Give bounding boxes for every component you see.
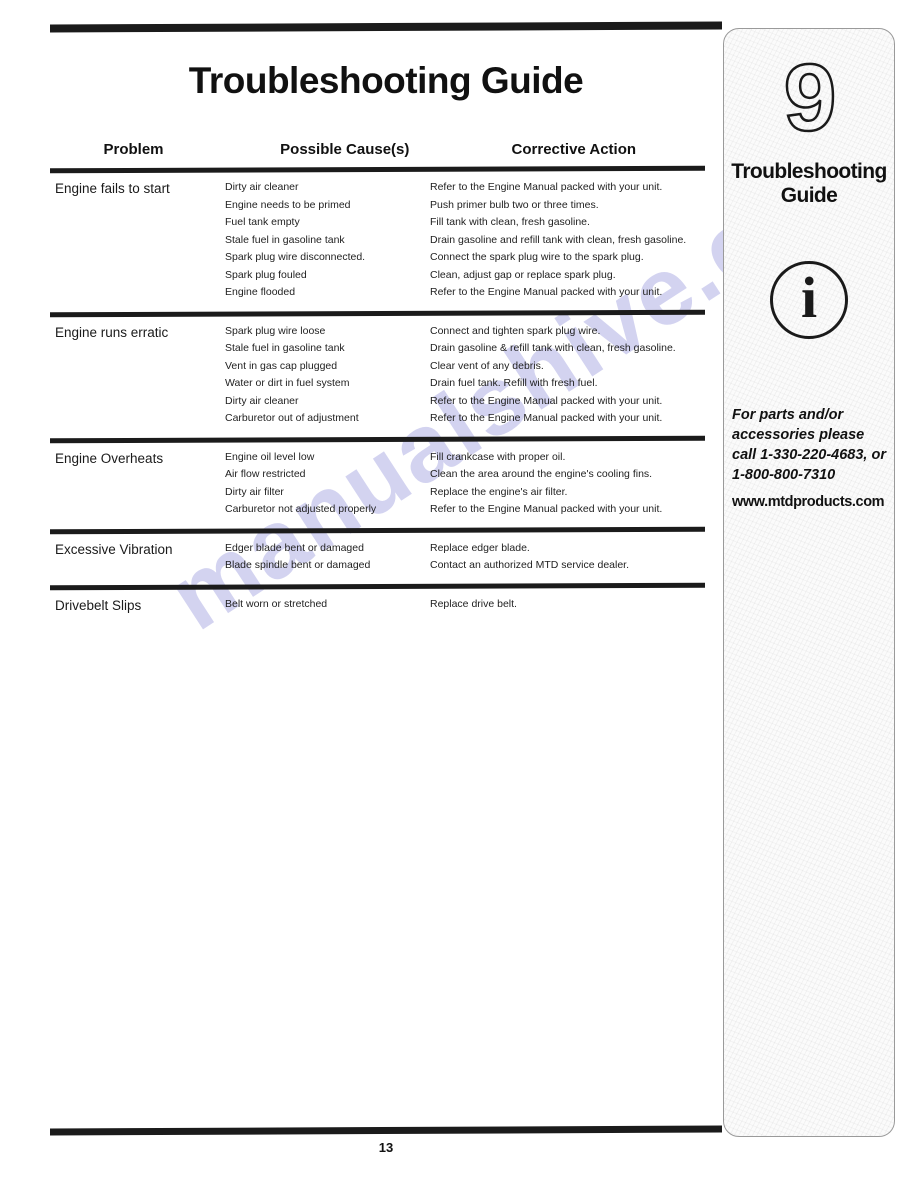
table-body: Engine fails to start Dirty air cleaner Re… — [50, 165, 705, 623]
cell-possible-cause: Fuel tank empty — [225, 216, 300, 228]
column-header-cause: Possible Cause(s) — [280, 141, 410, 158]
table-section: Drivebelt Slips Belt worn or stretched Rep… — [50, 589, 705, 623]
section-rows: Belt worn or stretched Replace drive belt… — [225, 596, 705, 614]
chapter-sidebar-tab: 9 Troubleshooting Guide i For parts and/… — [723, 28, 895, 1137]
cell-possible-cause: Stale fuel in gasoline tank — [225, 342, 345, 354]
table-section: Excessive Vibration Edger blade bent or d… — [50, 533, 705, 584]
information-icon-circle: i — [770, 261, 848, 340]
cell-corrective-action: Clear vent of any debris. — [430, 359, 544, 372]
table-section: Engine fails to start Dirty air cleaner Re… — [50, 172, 705, 311]
section-rows: Dirty air cleaner Refer to the Engine Man… — [225, 179, 705, 302]
table-row: Engine needs to be primed Push primer bul… — [225, 197, 705, 215]
table-row: Dirty air filter Replace the engine's air… — [225, 484, 705, 502]
cell-possible-cause: Vent in gas cap plugged — [225, 359, 338, 372]
problem-label: Engine runs erratic — [55, 324, 169, 340]
cell-possible-cause: Air flow restricted — [225, 468, 306, 480]
table-row: Stale fuel in gasoline tank Drain gasolin… — [225, 340, 705, 358]
table-row: Stale fuel in gasoline tank Drain gasolin… — [225, 232, 705, 250]
information-icon: i — [724, 261, 894, 340]
table-row: Vent in gas cap plugged Clear vent of any… — [225, 358, 705, 376]
page-number: 13 — [378, 1140, 394, 1155]
cell-possible-cause: Water or dirt in fuel system — [225, 377, 350, 389]
top-rule — [50, 21, 722, 33]
table-row: Air flow restricted Clean the area around… — [225, 466, 705, 484]
problem-label: Drivebelt Slips — [55, 597, 142, 613]
cell-corrective-action: Replace drive belt. — [430, 597, 517, 610]
table-row: Spark plug wire loose Connect and tighten… — [225, 323, 705, 341]
table-header-row: Problem Possible Cause(s) Corrective Act… — [50, 141, 705, 167]
column-header-problem: Problem — [103, 141, 164, 158]
website-url: www.mtdproducts.com — [732, 494, 885, 511]
cell-corrective-action: Drain fuel tank. Refill with fresh fuel. — [430, 377, 598, 389]
parts-contact-text: For parts and/or accessories please call… — [732, 407, 886, 484]
table-row: Blade spindle bent or damaged Contact an … — [225, 557, 705, 575]
cell-corrective-action: Refer to the Engine Manual packed with y… — [430, 286, 663, 298]
cell-possible-cause: Stale fuel in gasoline tank — [225, 233, 345, 246]
cell-possible-cause: Spark plug wire disconnected. — [225, 251, 366, 263]
table-row: Fuel tank empty Fill tank with clean, fre… — [225, 214, 705, 232]
cell-possible-cause: Dirty air cleaner — [225, 394, 299, 407]
cell-corrective-action: Refer to the Engine Manual packed with y… — [430, 503, 663, 515]
cell-corrective-action: Refer to the Engine Manual packed with y… — [430, 412, 663, 424]
cell-possible-cause: Engine oil level low — [225, 450, 315, 463]
cell-possible-cause: Engine flooded — [225, 286, 296, 298]
information-icon-glyph: i — [800, 265, 818, 331]
cell-corrective-action: Refer to the Engine Manual packed with y… — [430, 394, 663, 407]
table-row: Water or dirt in fuel system Drain fuel t… — [225, 375, 705, 393]
chapter-title: Troubleshooting Guide — [731, 160, 887, 207]
cell-corrective-action: Contact an authorized MTD service dealer… — [430, 559, 630, 571]
cell-corrective-action: Push primer bulb two or three times. — [430, 198, 599, 211]
cell-corrective-action: Fill crankcase with proper oil. — [430, 450, 566, 463]
problem-label: Engine Overheats — [55, 450, 164, 466]
cell-corrective-action: Replace edger blade. — [430, 541, 530, 554]
document-page: manualshive.com Troubleshooting Guide Pr… — [0, 0, 918, 1188]
table-section: Engine Overheats Engine oil level low Fill… — [50, 442, 705, 528]
section-rows: Engine oil level low Fill crankcase with … — [225, 449, 705, 519]
table-row: Carburetor out of adjustment Refer to the… — [225, 410, 705, 428]
table-row: Dirty air cleaner Refer to the Engine Man… — [225, 393, 705, 411]
cell-corrective-action: Replace the engine's air filter. — [430, 485, 568, 498]
page-title: Troubleshooting Guide — [188, 60, 584, 101]
cell-possible-cause: Spark plug wire loose — [225, 324, 326, 337]
main-content: Troubleshooting Guide Problem Possible C… — [50, 0, 722, 622]
cell-corrective-action: Connect the spark plug wire to the spark… — [430, 251, 644, 263]
section-rows: Edger blade bent or damaged Replace edger… — [225, 540, 705, 575]
table-row: Carburetor not adjusted properly Refer to… — [225, 501, 705, 519]
cell-possible-cause: Dirty air filter — [225, 485, 284, 498]
table-row: Engine flooded Refer to the Engine Manual… — [225, 284, 705, 302]
cell-corrective-action: Drain gasoline and refill tank with clea… — [430, 233, 687, 246]
cell-possible-cause: Engine needs to be primed — [225, 198, 351, 211]
table-row: Belt worn or stretched Replace drive belt… — [225, 596, 705, 614]
cell-possible-cause: Edger blade bent or damaged — [225, 541, 364, 554]
cell-possible-cause: Blade spindle bent or damaged — [225, 559, 371, 571]
table-row: Dirty air cleaner Refer to the Engine Man… — [225, 179, 705, 197]
cell-corrective-action: Drain gasoline & refill tank with clean,… — [430, 342, 676, 354]
cell-possible-cause: Carburetor out of adjustment — [225, 412, 359, 424]
table-row: Spark plug wire disconnected. Connect the… — [225, 249, 705, 267]
cell-corrective-action: Clean, adjust gap or replace spark plug. — [430, 268, 616, 281]
problem-label: Excessive Vibration — [55, 541, 173, 557]
cell-possible-cause: Belt worn or stretched — [225, 597, 328, 610]
cell-corrective-action: Fill tank with clean, fresh gasoline. — [430, 216, 590, 228]
bottom-rule — [50, 1125, 722, 1136]
cell-corrective-action: Clean the area around the engine's cooli… — [430, 468, 653, 480]
table-section: Engine runs erratic Spark plug wire loose… — [50, 316, 705, 437]
table-row: Spark plug fouled Clean, adjust gap or re… — [225, 267, 705, 285]
troubleshooting-table: Problem Possible Cause(s) Corrective Act… — [50, 141, 705, 622]
problem-label: Engine fails to start — [55, 181, 170, 196]
cell-possible-cause: Carburetor not adjusted properly — [225, 503, 377, 515]
chapter-number: 9 — [782, 45, 837, 151]
cell-corrective-action: Refer to the Engine Manual packed with y… — [430, 181, 663, 193]
table-row: Engine oil level low Fill crankcase with … — [225, 449, 705, 467]
cell-possible-cause: Spark plug fouled — [225, 268, 307, 281]
table-row: Edger blade bent or damaged Replace edger… — [225, 540, 705, 558]
cell-corrective-action: Connect and tighten spark plug wire. — [430, 324, 601, 337]
section-rows: Spark plug wire loose Connect and tighten… — [225, 323, 705, 428]
cell-possible-cause: Dirty air cleaner — [225, 181, 299, 193]
column-header-action: Corrective Action — [511, 141, 637, 158]
